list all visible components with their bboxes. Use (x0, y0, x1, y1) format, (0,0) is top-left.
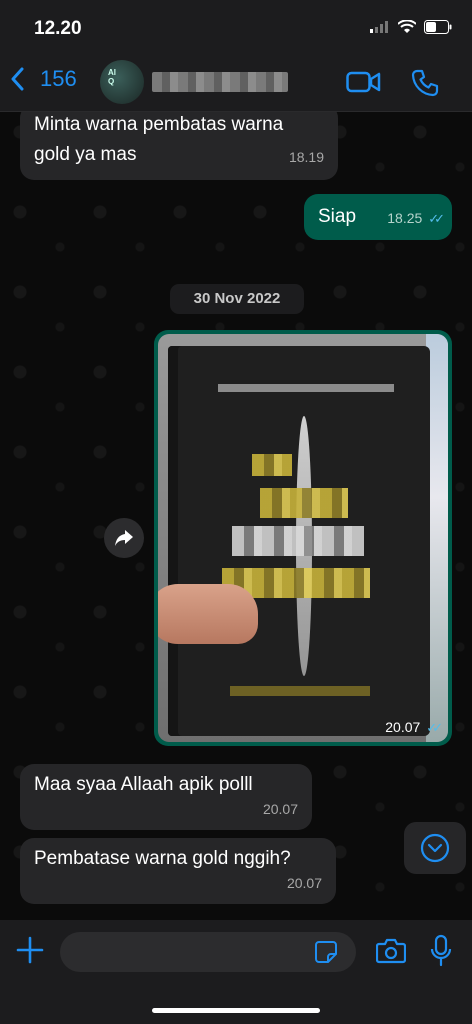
message-bubble-incoming[interactable]: Maa syaa Allaah apik polll 20.07 (20, 764, 312, 830)
chevron-down-icon (420, 833, 450, 863)
message-bubble-incoming[interactable]: Minta warna pembatas warna gold ya mas 1… (20, 112, 338, 180)
wifi-icon (398, 20, 416, 33)
home-indicator (152, 1008, 320, 1013)
message-time: 20.07 (385, 719, 421, 735)
message-text: Minta warna pembatas warna (34, 114, 284, 135)
plus-icon (16, 936, 44, 964)
status-icons (370, 20, 452, 34)
read-receipt-icon: ✓✓ (426, 720, 443, 735)
message-bubble-incoming[interactable]: Pembatase warna gold nggih? 20.07 (20, 838, 336, 904)
camera-icon (375, 938, 407, 964)
back-button[interactable]: 156 (10, 66, 77, 92)
image-message-bubble[interactable]: 20.07 ✓✓ (154, 330, 452, 746)
video-call-button[interactable] (346, 70, 382, 99)
book-cover (168, 346, 430, 736)
message-time: 18.19 (288, 149, 324, 165)
forward-button[interactable] (104, 518, 144, 558)
message-text: Maa syaa Allaah apik polll (34, 774, 253, 795)
battery-icon (424, 20, 452, 34)
message-time: 20.07 (286, 875, 322, 891)
attach-button[interactable] (14, 934, 46, 971)
sticker-icon (315, 941, 337, 963)
phone-call-icon (411, 69, 439, 97)
signal-icon (370, 21, 388, 33)
camera-button[interactable] (375, 938, 407, 969)
microphone-button[interactable] (430, 934, 452, 973)
contact-name-redacted[interactable] (152, 72, 288, 92)
chat-area[interactable]: Minta warna pembatas warna gold ya mas 1… (0, 112, 472, 920)
back-chevron-icon (11, 67, 24, 91)
message-text: gold ya mas (34, 144, 137, 165)
message-time: 18.25 (387, 210, 423, 226)
message-text: Pembatase warna gold nggih? (34, 848, 291, 869)
date-separator: 30 Nov 2022 (170, 284, 304, 314)
status-bar: 12.20 (0, 0, 472, 52)
contact-avatar[interactable]: Al Q (100, 60, 144, 104)
forward-icon (115, 530, 133, 546)
message-text: Siap (318, 206, 357, 227)
scroll-to-bottom-button[interactable] (404, 822, 466, 874)
message-time: 20.07 (262, 801, 298, 817)
sticker-button[interactable] (314, 940, 338, 969)
shared-photo[interactable]: 20.07 ✓✓ (158, 334, 448, 742)
message-input[interactable] (60, 932, 356, 972)
phone-call-button[interactable] (410, 68, 440, 103)
read-receipt-icon: ✓✓ (428, 211, 445, 226)
microphone-icon (430, 934, 452, 967)
chat-header: 156 Al Q (0, 52, 472, 112)
video-call-icon (346, 71, 381, 93)
avatar-text: Al Q (108, 68, 116, 86)
message-input-bar (0, 920, 472, 1024)
photo-time: 20.07 ✓✓ (385, 719, 443, 736)
unread-count: 156 (40, 66, 77, 91)
message-bubble-outgoing[interactable]: Siap 18.25 ✓✓ (304, 194, 452, 240)
finger (158, 584, 258, 644)
status-time: 12.20 (34, 18, 82, 39)
